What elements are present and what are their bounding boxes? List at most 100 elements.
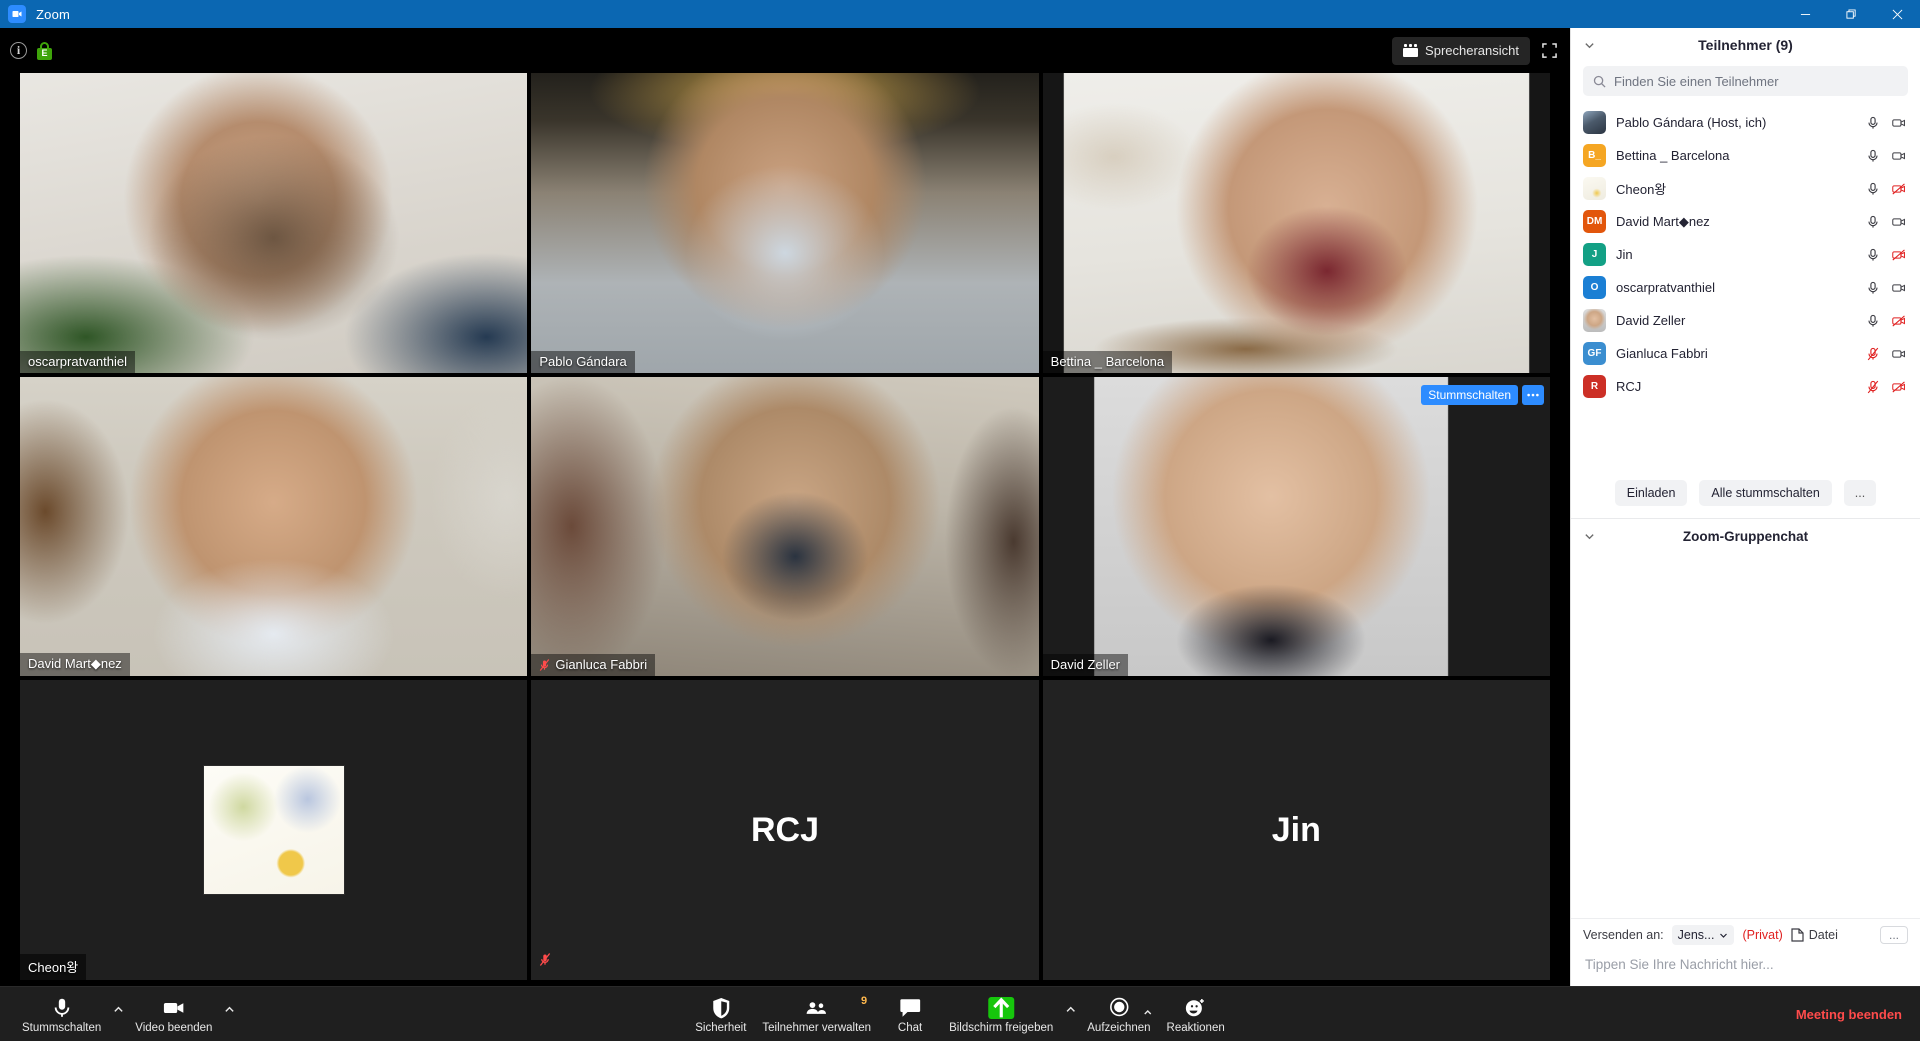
chat-file-button[interactable]: Datei [1791,928,1838,942]
video-stage: i E Sprecheransicht oscarpratvanthiel Pa… [0,28,1570,986]
share-screen-button[interactable]: Bildschirm freigeben [941,993,1061,1036]
chat-message-input[interactable]: Tippen Sie Ihre Nachricht hier... [1571,949,1920,986]
search-input[interactable] [1614,73,1898,89]
chat-panel-header: Zoom-Gruppenchat [1571,519,1920,555]
microphone-icon[interactable] [1866,149,1880,163]
microphone-icon[interactable] [1866,248,1880,262]
security-button-label: Sicherheit [695,1021,747,1034]
fullscreen-button[interactable] [1536,38,1562,64]
microphone-icon [51,997,73,1019]
video-tile-david-zeller[interactable]: Stummschalten David Zeller [1042,376,1550,677]
tile-name-label: Pablo Gándara [531,350,635,373]
video-camera-icon[interactable] [1892,215,1906,229]
participant-avatar-image [20,680,527,980]
chat-panel-title: Zoom-Gruppenchat [1682,529,1809,544]
muted-microphone-icon [539,658,550,672]
reactions-button-label: Reaktionen [1166,1021,1225,1034]
tile-name-label: Cheon왕 [20,953,87,980]
reactions-button[interactable]: Reaktionen [1159,993,1233,1036]
participant-name: Pablo Gándara (Host, ich) [1616,115,1767,130]
participant-row-gianluca-fabbri[interactable]: GF Gianluca Fabbri [1571,337,1920,370]
video-camera-icon[interactable] [1892,347,1906,361]
video-camera-off-icon[interactable] [1892,380,1906,394]
participants-panel-header: Teilnehmer (9) [1571,28,1920,62]
record-options-chevron-up-icon[interactable] [1144,1004,1153,1022]
participant-name: RCJ [1616,379,1642,394]
chat-button[interactable]: Chat [879,993,941,1036]
participant-row-oscarpratvanthiel[interactable]: O oscarpratvanthiel [1571,271,1920,304]
speaker-view-button[interactable]: Sprecheransicht [1392,36,1530,65]
info-icon[interactable]: i [10,42,27,59]
end-meeting-button[interactable]: Meeting beenden [1796,1007,1902,1022]
invite-button[interactable]: Einladen [1614,479,1688,506]
smiley-plus-icon [1185,997,1207,1019]
participants-list: Pablo Gándara (Host, ich) B_ Bettina _ B… [1571,104,1920,470]
close-button[interactable] [1874,0,1920,28]
participant-search-box[interactable] [1583,66,1908,96]
video-camera-off-icon[interactable] [1892,248,1906,262]
participant-row-david-martinez[interactable]: DM David Mart◆nez [1571,205,1920,238]
participant-video [20,376,528,677]
mute-all-button[interactable]: Alle stummschalten [1699,479,1832,506]
tile-mute-button[interactable]: Stummschalten [1421,384,1518,405]
video-camera-icon[interactable] [1892,116,1906,130]
stage-top-strip: i E Sprecheransicht [0,28,1570,73]
microphone-off-icon[interactable] [1866,347,1880,361]
microphone-icon[interactable] [1866,215,1880,229]
video-camera-off-icon[interactable] [1892,314,1906,328]
video-tile-cheon[interactable]: Cheon왕 [20,680,528,980]
chat-send-to-row: Versenden an: Jens... (Privat) Datei ... [1571,918,1920,949]
participant-row-cheon[interactable]: Cheon왕 [1571,172,1920,205]
participant-row-bettina-barcelona[interactable]: B_ Bettina _ Barcelona [1571,139,1920,172]
share-options-chevron-up-icon[interactable] [1061,998,1079,1032]
participant-name: Jin [1616,247,1633,262]
manage-participants-button[interactable]: 9 Teilnehmer verwalten [754,993,879,1036]
avatar: B_ [1583,144,1606,167]
participant-row-david-zeller[interactable]: David Zeller [1571,304,1920,337]
microphone-icon[interactable] [1866,314,1880,328]
tile-more-options-button[interactable] [1522,384,1544,405]
video-tile-gianluca-fabbri[interactable]: Gianluca Fabbri [531,376,1039,677]
participant-row-rcj[interactable]: R RCJ [1571,370,1920,403]
audio-options-chevron-up-icon[interactable] [109,998,127,1032]
zoom-logo-icon [8,5,26,23]
video-tile-rcj[interactable]: RCJ [531,680,1039,980]
microphone-icon[interactable] [1866,116,1880,130]
video-tile-bettina-barcelona[interactable]: Bettina _ Barcelona [1042,73,1550,373]
participant-name: Bettina _ Barcelona [1616,148,1730,163]
record-button[interactable]: Aufzeichnen [1079,993,1158,1036]
maximize-button[interactable] [1828,0,1874,28]
encryption-lock-icon[interactable]: E [37,41,52,60]
chevron-down-icon[interactable] [1581,37,1597,53]
microphone-icon[interactable] [1866,281,1880,295]
avatar [1583,111,1606,134]
stop-video-button[interactable]: Video beenden [127,993,220,1036]
chat-recipient-select[interactable]: Jens... [1671,925,1735,945]
video-tile-pablo-gandara[interactable]: Pablo Gándara [531,73,1039,373]
participant-row-pablo-gandara[interactable]: Pablo Gándara (Host, ich) [1571,106,1920,139]
participant-row-jin[interactable]: J Jin [1571,238,1920,271]
chat-recipient-value: Jens... [1677,928,1715,942]
video-tile-oscarpratvanthiel[interactable]: oscarpratvanthiel [20,73,528,373]
microphone-off-icon[interactable] [1866,380,1880,394]
chat-button-label: Chat [897,1021,923,1034]
participants-more-button[interactable]: ... [1843,479,1877,506]
minimize-button[interactable] [1782,0,1828,28]
participant-video [531,376,1039,677]
participant-video [1042,73,1550,373]
tile-name-label: Bettina _ Barcelona [1042,350,1173,373]
video-tile-david-martinez[interactable]: David Mart◆nez [20,376,528,677]
microphone-icon[interactable] [1866,182,1880,196]
chevron-down-icon[interactable] [1581,529,1597,545]
video-tile-jin[interactable]: Jin [1042,680,1550,980]
tile-hover-controls: Stummschalten [1421,384,1544,405]
video-camera-icon[interactable] [1892,149,1906,163]
video-camera-off-icon[interactable] [1892,182,1906,196]
security-button[interactable]: Sicherheit [687,993,754,1036]
mute-button[interactable]: Stummschalten [14,993,109,1036]
chat-file-label: Datei [1808,928,1838,942]
video-camera-icon[interactable] [1892,281,1906,295]
video-options-chevron-up-icon[interactable] [220,998,238,1032]
chat-more-button[interactable]: ... [1879,926,1908,944]
avatar: GF [1583,342,1606,365]
